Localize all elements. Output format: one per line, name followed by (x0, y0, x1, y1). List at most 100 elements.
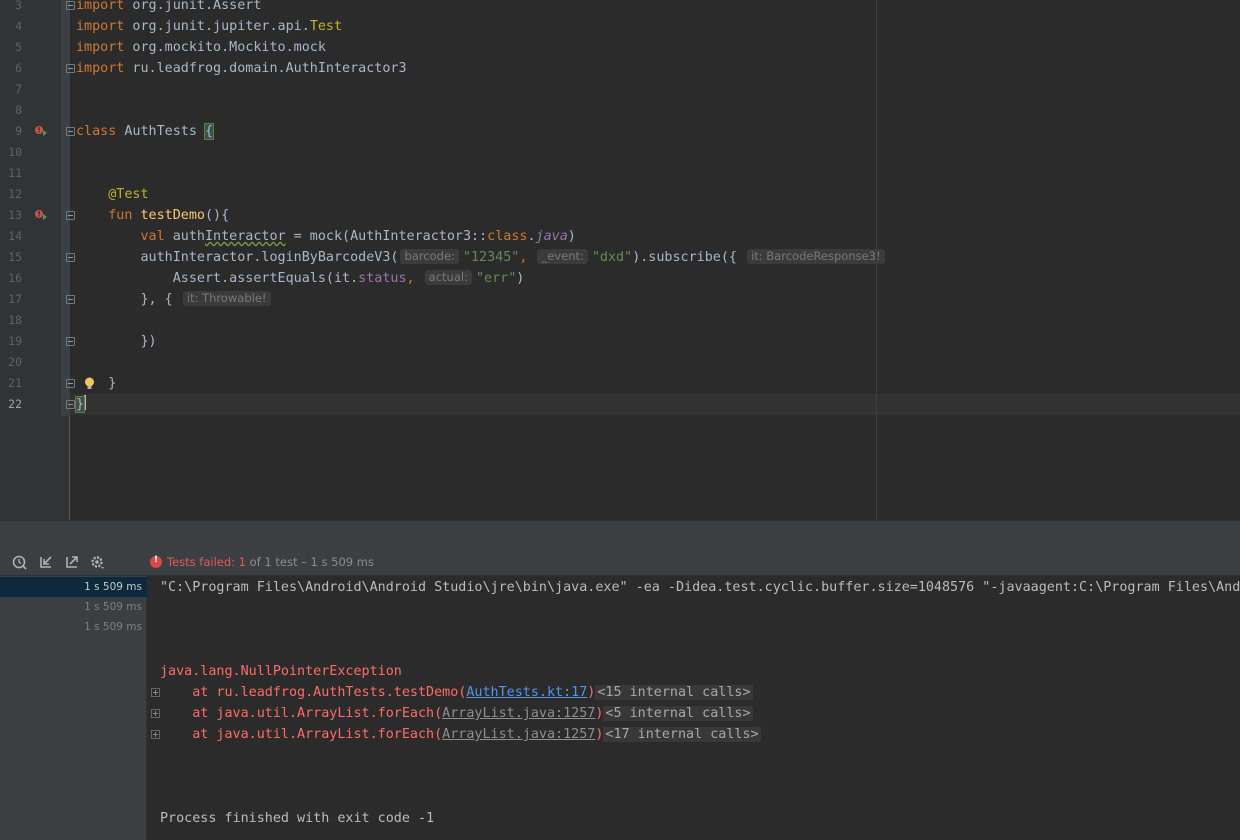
code-line[interactable]: 9 class AuthTests { (0, 121, 1240, 142)
internal-calls-fold[interactable]: <15 internal calls> (595, 685, 753, 700)
expand-internal-calls-icon[interactable] (151, 709, 160, 718)
code-token: import (76, 19, 125, 34)
code-line[interactable]: 16 Assert.assertEquals(it.status, actual… (0, 268, 1240, 289)
import-tests-icon[interactable] (38, 554, 54, 570)
line-number: 18 (8, 313, 22, 327)
test-tree-item[interactable]: 1 s 509 ms (0, 597, 147, 617)
code-token: . (527, 229, 536, 244)
console-output[interactable]: "C:\Program Files\Android\Android Studio… (147, 576, 1240, 840)
code-line[interactable]: 10 (0, 142, 1240, 163)
test-tree-item[interactable]: 1 s 509 ms (0, 617, 147, 637)
code-line[interactable]: 12 @Test (0, 184, 1240, 205)
line-number: 3 (15, 0, 22, 12)
line-number: 16 (8, 271, 22, 285)
code-token: java (535, 229, 568, 244)
code-token: fun (108, 208, 133, 223)
code-token: Test (309, 19, 343, 34)
code-token: authInteractor.loginByBarcodeV3( (76, 250, 399, 265)
code-token: , (406, 271, 415, 286)
stack-frame: at ru.leadfrog.AuthTests.testDemo(AuthTe… (160, 682, 753, 703)
code-line[interactable]: 21 } (0, 373, 1240, 394)
panel-splitter[interactable] (0, 520, 1240, 548)
fold-marker-icon[interactable] (66, 211, 75, 220)
source-link[interactable]: ArrayList.java:1257 (442, 727, 595, 742)
code-text: import org.junit.jupiter.api.Test (76, 16, 342, 37)
internal-calls-fold[interactable]: <17 internal calls> (603, 727, 761, 742)
code-line[interactable]: 18 (0, 310, 1240, 331)
code-token: import (76, 0, 125, 13)
code-line[interactable]: 5 import org.mockito.Mockito.mock (0, 37, 1240, 58)
expand-internal-calls-icon[interactable] (151, 688, 160, 697)
parameter-hint: it: Throwable! (182, 291, 271, 306)
code-token: @Test (108, 187, 149, 202)
code-line[interactable]: 7 (0, 79, 1240, 100)
code-token: ) (567, 229, 576, 244)
code-line[interactable]: 11 (0, 163, 1240, 184)
code-token: "dxd" (591, 250, 633, 265)
fold-marker-icon[interactable] (66, 1, 75, 10)
code-token: class (76, 124, 117, 139)
fold-marker-icon[interactable] (66, 337, 75, 346)
code-token: { (203, 123, 215, 140)
stack-frame: at java.util.ArrayList.forEach(ArrayList… (160, 724, 761, 745)
source-link[interactable]: ArrayList.java:1257 (442, 706, 595, 721)
code-line[interactable]: 19 }) (0, 331, 1240, 352)
fold-marker-icon[interactable] (66, 295, 75, 304)
code-token: status (358, 271, 407, 286)
line-number: 19 (8, 334, 22, 348)
line-number: 13 (8, 208, 22, 222)
code-line[interactable]: 14 val authInteractor = mock(AuthInterac… (0, 226, 1240, 247)
console-command-line: "C:\Program Files\Android\Android Studio… (160, 580, 1240, 595)
internal-calls-fold[interactable]: <5 internal calls> (603, 706, 753, 721)
fold-marker-icon[interactable] (66, 127, 75, 136)
line-number: 5 (15, 40, 22, 54)
fold-marker-icon[interactable] (66, 379, 75, 388)
history-icon[interactable] (12, 554, 28, 570)
code-token: org.junit.Assert (124, 0, 262, 13)
code-text: authInteractor.loginByBarcodeV3(barcode:… (76, 247, 889, 268)
stack-frame-text: at java.util.ArrayList.forEach( (160, 706, 443, 721)
code-line[interactable]: 4 import org.junit.jupiter.api.Test (0, 16, 1240, 37)
code-line[interactable]: 8 (0, 100, 1240, 121)
code-line[interactable]: 13 fun testDemo(){ (0, 205, 1240, 226)
code-editor[interactable]: 3 import org.junit.Assert 4 import org.juni… (0, 0, 1240, 520)
code-token: ) (516, 271, 525, 286)
export-tests-icon[interactable] (64, 554, 80, 570)
code-token: "12345" (462, 250, 520, 265)
line-number: 6 (15, 61, 22, 75)
code-text: import org.mockito.Mockito.mock (76, 37, 326, 58)
test-tree-item[interactable]: 1 s 509 ms (0, 577, 147, 597)
code-text: } (74, 394, 87, 415)
fold-marker-icon[interactable] (66, 253, 75, 262)
line-number: 15 (8, 250, 22, 264)
line-number: 22 (8, 397, 22, 411)
fold-marker-icon[interactable] (66, 64, 75, 73)
code-text: val authInteractor = mock(AuthInteractor… (76, 226, 576, 247)
code-text: class AuthTests { (76, 121, 215, 142)
line-number: 20 (8, 355, 22, 369)
stack-frame: at java.util.ArrayList.forEach(ArrayList… (160, 703, 753, 724)
code-token: } (74, 396, 86, 413)
gear-icon[interactable] (90, 554, 106, 570)
code-line[interactable]: 20 (0, 352, 1240, 373)
code-line[interactable]: 15 authInteractor.loginByBarcodeV3(barco… (0, 247, 1240, 268)
source-link[interactable]: AuthTests.kt:17 (466, 685, 587, 700)
code-token: auth (164, 229, 205, 244)
test-results-tree[interactable]: 1 s 509 ms 1 s 509 ms 1 s 509 ms (0, 576, 147, 840)
code-line[interactable]: 6 import ru.leadfrog.domain.AuthInteracto… (0, 58, 1240, 79)
code-line[interactable]: 3 import org.junit.Assert (0, 0, 1240, 16)
code-token: org.junit.jupiter.api. (124, 19, 310, 34)
status-summary-text: of 1 test – 1 s 509 ms (246, 555, 374, 569)
line-number: 7 (15, 82, 22, 96)
run-class-icon[interactable] (34, 125, 48, 137)
run-test-icon[interactable] (34, 209, 48, 221)
stack-frame-text: at java.util.ArrayList.forEach( (160, 727, 443, 742)
code-line[interactable]: 22} (0, 394, 1240, 415)
code-line[interactable]: 17 }, { it: Throwable! (0, 289, 1240, 310)
fold-marker-icon[interactable] (66, 400, 75, 409)
expand-internal-calls-icon[interactable] (151, 730, 160, 739)
code-text: import org.junit.Assert (76, 0, 261, 16)
